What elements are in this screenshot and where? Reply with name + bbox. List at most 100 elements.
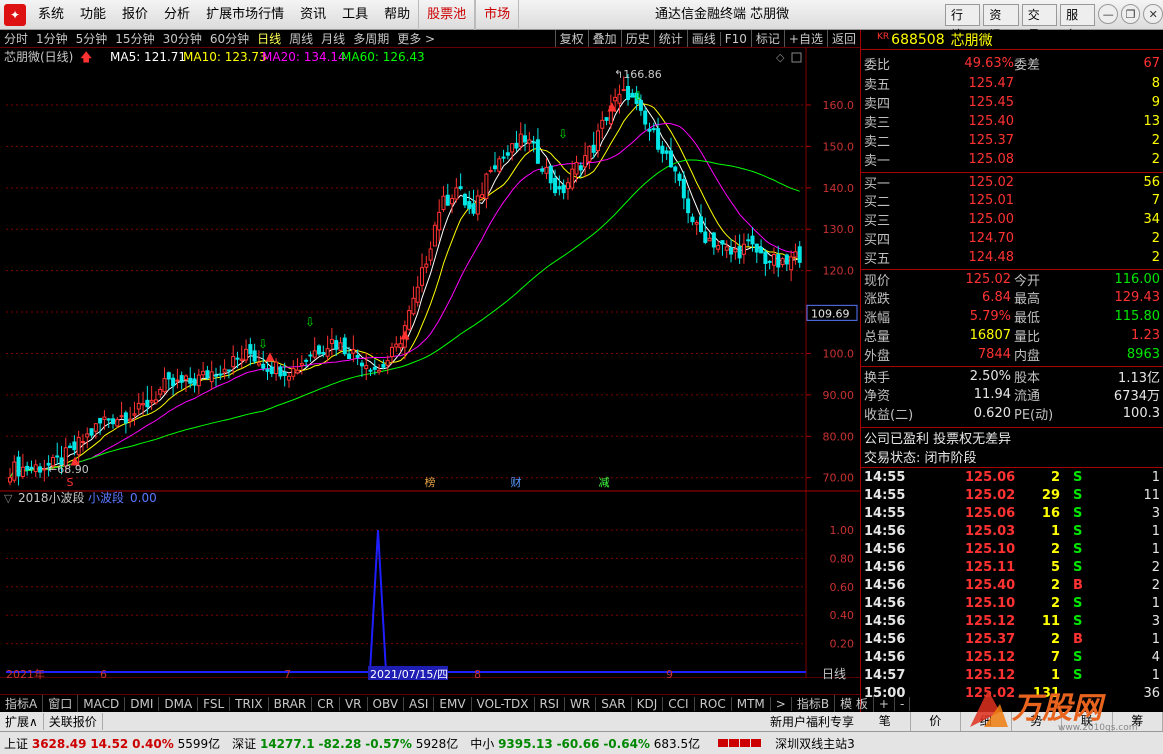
period-monthly[interactable]: 月线 [317,30,349,47]
close-icon[interactable]: ✕ [1143,4,1163,24]
menu-stock-pool[interactable]: 股票池 [418,0,476,30]
index-quote[interactable]: 中小 9395.13 -60.66 -0.64% 683.5亿 [470,735,700,752]
indicator-tab[interactable]: MTM [732,696,771,711]
minimize-icon[interactable]: — [1098,4,1118,24]
indicator-tab[interactable]: 窗口 [43,695,79,712]
detail-tab[interactable]: 细 [961,712,1012,731]
period-multi[interactable]: 多周期 [349,30,393,47]
detail-tab[interactable]: 笔 [860,712,911,731]
indicator-tab[interactable]: WR [565,696,597,711]
add-watchlist-button[interactable]: +自选 [783,30,827,47]
restore-icon[interactable]: ❐ [1120,4,1141,24]
trade-button[interactable]: 交易 [1021,4,1058,42]
service-button[interactable]: 服务 [1060,4,1096,42]
indicator-tab[interactable]: VOL-TDX [472,696,535,711]
indicator-tab[interactable]: SAR [596,696,632,711]
tick-row[interactable]: 14:56 125.12 7 S 4 [861,650,1163,668]
ask-row[interactable]: 卖二 125.37 2 [861,131,1163,150]
bid-row[interactable]: 买三 125.00 34 [861,210,1163,229]
menu-news[interactable]: 资讯 [292,0,334,30]
ask-row[interactable]: 卖一 125.08 2 [861,150,1163,169]
history-button[interactable]: 历史 [620,30,654,47]
period-60min[interactable]: 60分钟 [206,30,253,47]
index-quote[interactable]: 上证 3628.49 14.52 0.40% 5599亿 [4,735,220,752]
indicator-tab[interactable]: ROC [695,696,732,711]
menu-system[interactable]: 系统 [30,0,72,30]
menu-extended-market[interactable]: 扩展市场行情 [198,0,292,30]
ask-row[interactable]: 卖四 125.45 9 [861,93,1163,112]
tick-row[interactable]: 14:56 125.11 5 S 2 [861,560,1163,578]
period-15min[interactable]: 15分钟 [111,30,158,47]
f10-button[interactable]: F10 [719,31,751,46]
related-quote-tab[interactable]: 关联报价 [44,713,103,730]
indicator-tab[interactable]: > [771,696,792,711]
indicator-tab[interactable]: 指标A [0,695,44,712]
expand-tab[interactable]: 扩展∧ [0,713,44,730]
detail-tab[interactable]: 筹 [1113,712,1163,731]
kline-chart[interactable]: 160.0150.0140.0130.0120.0110.0100.090.00… [0,48,860,680]
bid-row[interactable]: 买四 124.70 2 [861,229,1163,248]
period-daily[interactable]: 日线 [253,30,285,47]
overlay-button[interactable]: 叠加 [587,30,621,47]
menu-market[interactable]: 市场 [475,0,520,30]
quote-button[interactable]: 行情 [945,4,981,42]
ask-row[interactable]: 卖五 125.47 8 [861,74,1163,93]
maximize-chart-icon[interactable] [791,52,802,63]
detail-tab[interactable]: 价 [911,712,961,731]
tick-row[interactable]: 14:55 125.06 2 S 1 [861,470,1163,488]
tick-row[interactable]: 14:56 125.10 2 S 1 [861,542,1163,560]
collapse-icon[interactable]: ▽ [4,492,13,505]
adjust-button[interactable]: 复权 [554,30,588,47]
mark-button[interactable]: 标记 [750,30,784,47]
indicator-tab[interactable]: FSL [198,696,231,711]
bid-row[interactable]: 买一 125.02 56 [861,172,1163,192]
event-marker[interactable]: 减 [599,476,610,489]
indicator-tab[interactable]: MACD [78,696,126,711]
indicator-tab[interactable]: + [874,696,895,711]
detail-tab[interactable]: 联 [1062,712,1113,731]
period-weekly[interactable]: 周线 [285,30,317,47]
ask-row[interactable]: 卖三 125.40 13 [861,112,1163,131]
draw-button[interactable]: 画线 [686,30,720,47]
indicator-tab[interactable]: VR [340,696,368,711]
indicator-tab[interactable]: 指标B [792,695,836,712]
indicator-tab[interactable]: CCI [663,696,695,711]
indicator-tab[interactable]: CR [312,696,340,711]
period-timeshare[interactable]: 分时 [0,30,32,47]
period-5min[interactable]: 5分钟 [72,30,112,47]
indicator-tab[interactable]: KDJ [632,696,664,711]
menu-analysis[interactable]: 分析 [156,0,198,30]
indicator-tab[interactable]: OBV [368,696,405,711]
menu-help[interactable]: 帮助 [376,0,418,30]
indicator-tab[interactable]: TRIX [230,696,269,711]
indicator-tab[interactable]: ASI [404,696,435,711]
indicator-tab[interactable]: DMI [125,696,160,711]
tick-row[interactable]: 14:55 125.02 29 S 11 [861,488,1163,506]
bid-row[interactable]: 买五 124.48 2 [861,248,1163,267]
tick-row[interactable]: 14:55 125.06 16 S 3 [861,506,1163,524]
menu-tools[interactable]: 工具 [334,0,376,30]
stats-button[interactable]: 统计 [653,30,687,47]
indicator-tab[interactable]: - [895,696,911,711]
tick-row[interactable]: 14:56 125.37 2 B 1 [861,632,1163,650]
indicator-tab[interactable]: BRAR [269,696,313,711]
back-button[interactable]: 返回 [826,30,860,47]
indicator-tab[interactable]: EMV [434,696,472,711]
event-marker[interactable]: 财 [511,475,522,489]
tick-row[interactable]: 14:56 125.03 1 S 1 [861,524,1163,542]
bid-row[interactable]: 买二 125.01 7 [861,191,1163,210]
indicator-tab[interactable]: RSI [535,696,566,711]
event-marker[interactable]: 榜 [425,475,436,489]
tick-row[interactable]: 14:56 125.12 11 S 3 [861,614,1163,632]
index-quote[interactable]: 深证 14277.1 -82.28 -0.57% 5928亿 [232,735,458,752]
period-more[interactable]: 更多 > [393,30,439,47]
tick-row[interactable]: 14:56 125.10 2 S 1 [861,596,1163,614]
tick-row[interactable]: 14:57 125.12 1 S 1 [861,668,1163,686]
period-1min[interactable]: 1分钟 [32,30,72,47]
detail-tab[interactable]: 势 [1012,712,1062,731]
menu-function[interactable]: 功能 [72,0,114,30]
indicator-tab[interactable]: 模 板 [835,695,874,712]
diamond-icon[interactable]: ◇ [776,51,785,64]
event-marker[interactable]: S [67,476,74,489]
menu-quote[interactable]: 报价 [114,0,156,30]
